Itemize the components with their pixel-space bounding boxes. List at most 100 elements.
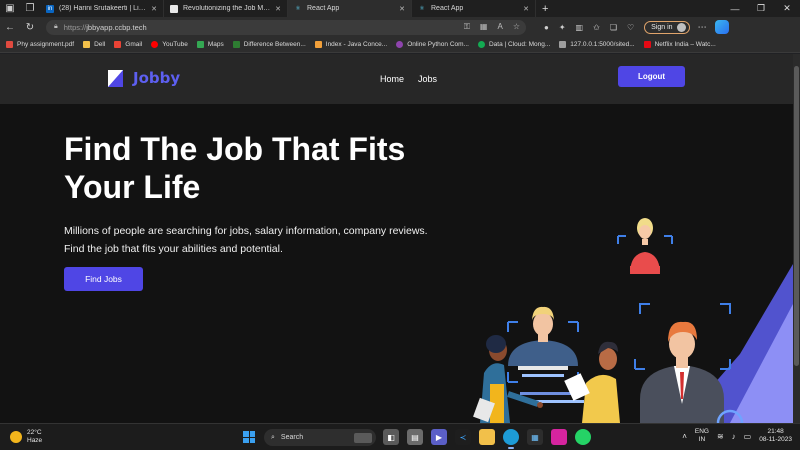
- avatar-man-icon: [507, 306, 579, 383]
- bookmark-item[interactable]: Difference Between...: [232, 41, 306, 48]
- avatar-businessman-icon: [634, 303, 731, 423]
- whatsapp-icon[interactable]: [575, 429, 591, 445]
- zoom-icon[interactable]: ▶: [431, 429, 447, 445]
- favorites-icon[interactable]: ✩: [593, 23, 600, 32]
- page-scrollbar[interactable]: [793, 54, 800, 423]
- maps-icon: [196, 41, 204, 48]
- bookmark-item[interactable]: Gmail: [114, 41, 142, 48]
- extension-icon[interactable]: ●: [544, 23, 549, 32]
- hero-title: Find The Job That Fits Your Life: [64, 131, 406, 205]
- bookmark-item[interactable]: Maps: [196, 41, 224, 48]
- bookmark-item[interactable]: Online Python Com...: [396, 41, 469, 48]
- bookmark-label: Phy assignment.pdf: [17, 41, 75, 48]
- new-tab-button[interactable]: +: [536, 3, 554, 15]
- tab-title: React App: [307, 5, 340, 12]
- url-protocol: https://: [63, 22, 87, 32]
- site-icon: [396, 41, 404, 48]
- bookmark-label: Difference Between...: [243, 41, 306, 48]
- app-available-icon[interactable]: ▦: [480, 22, 488, 32]
- bookmark-item[interactable]: 127.0.0.1:5000/sited...: [559, 41, 635, 48]
- wifi-icon[interactable]: ≋: [717, 432, 724, 441]
- collections-icon[interactable]: ❏: [610, 23, 617, 32]
- refresh-icon[interactable]: ↻: [20, 17, 40, 37]
- file-explorer-icon[interactable]: ▤: [407, 429, 423, 445]
- bookmark-item[interactable]: Index - Java Conce...: [314, 41, 388, 48]
- key-icon[interactable]: ⚿: [464, 22, 470, 32]
- weather-desc: Haze: [27, 437, 43, 444]
- tab-actions-icon[interactable]: ❐: [20, 0, 40, 17]
- restore-icon[interactable]: ❐: [748, 0, 774, 17]
- weather-sun-icon: [10, 431, 22, 443]
- bookmark-label: YouTube: [162, 41, 188, 48]
- sign-in-button[interactable]: Sign in: [644, 20, 690, 34]
- windows-start-icon[interactable]: [243, 431, 255, 443]
- address-bar-row: ← ↻ 🔒︎ https:// jbbyapp.ccbp.tech ⚿ ▦ A …: [0, 17, 800, 37]
- favorite-star-icon[interactable]: ☆: [513, 22, 520, 32]
- close-tab-icon[interactable]: ✕: [275, 5, 281, 13]
- search-highlight-icon: [354, 432, 372, 443]
- app-header: Jobby Home Jobs Logout: [0, 54, 793, 104]
- split-screen-icon[interactable]: ▥: [576, 23, 584, 32]
- netflix-icon: [643, 41, 651, 48]
- more-options-icon[interactable]: ⋯: [698, 22, 707, 33]
- tab-title: Revolutionizing the Job Market: J: [183, 5, 271, 12]
- mongodb-icon: [477, 41, 485, 48]
- browser-tab[interactable]: Revolutionizing the Job Market: J ✕: [164, 0, 288, 17]
- taskbar-search[interactable]: ⌕ Search: [264, 429, 376, 446]
- system-tray: ˄ ENG IN ≋ ♪ ▭ 21:48 08-11-2023: [682, 428, 792, 444]
- back-arrow-icon[interactable]: ←: [0, 17, 20, 37]
- browser-tab[interactable]: ⚛ React App ✕: [412, 0, 536, 17]
- close-window-icon[interactable]: ✕: [774, 0, 800, 17]
- jobby-logo[interactable]: Jobby: [108, 69, 180, 87]
- nav-home-link[interactable]: Home: [380, 74, 404, 84]
- address-bar[interactable]: 🔒︎ https:// jbbyapp.ccbp.tech ⚿ ▦ A ☆: [46, 19, 526, 35]
- bookmark-label: Index - Java Conce...: [325, 41, 388, 48]
- scrollbar-thumb[interactable]: [794, 66, 799, 366]
- vscode-icon[interactable]: ≺: [455, 429, 471, 445]
- close-tab-icon[interactable]: ✕: [399, 5, 405, 13]
- bookmark-item[interactable]: Phy assignment.pdf: [6, 41, 74, 48]
- performance-icon[interactable]: ♡: [627, 23, 634, 32]
- battery-icon[interactable]: ▭: [744, 432, 752, 441]
- page-icon: [559, 41, 567, 48]
- volume-icon[interactable]: ♪: [732, 432, 736, 441]
- react-icon: ⚛: [295, 6, 301, 12]
- folder-icon[interactable]: [479, 429, 495, 445]
- nav-jobs-link[interactable]: Jobs: [418, 74, 437, 84]
- language-bottom: IN: [698, 436, 706, 443]
- youtube-icon: [151, 41, 159, 48]
- language-indicator[interactable]: ENG IN: [695, 428, 709, 444]
- close-tab-icon[interactable]: ✕: [151, 5, 157, 13]
- bookmark-item[interactable]: YouTube: [151, 41, 188, 48]
- clock[interactable]: 21:48 08-11-2023: [759, 428, 792, 444]
- workspaces-icon[interactable]: ▣: [0, 0, 20, 17]
- site-icon: [314, 41, 322, 48]
- store-icon[interactable]: ▦: [527, 429, 543, 445]
- instagram-icon[interactable]: [551, 429, 567, 445]
- browser-tab[interactable]: in (28) Harini Srutakeerti | LinkedIn ✕: [40, 0, 164, 17]
- lock-icon[interactable]: 🔒︎: [54, 23, 58, 31]
- toolbar-icons: ● ✦ ▥ ✩ ❏ ♡: [544, 23, 634, 32]
- extensions-puzzle-icon[interactable]: ✦: [559, 23, 566, 32]
- widgets-icon[interactable]: ◧: [383, 429, 399, 445]
- read-aloud-icon[interactable]: A: [497, 22, 502, 32]
- screen: ▣ ❐ in (28) Harini Srutakeerti | LinkedI…: [0, 0, 800, 450]
- bookmark-label: Maps: [207, 41, 224, 48]
- logout-button[interactable]: Logout: [618, 66, 685, 87]
- linkedin-icon: in: [46, 4, 54, 13]
- edge-icon[interactable]: [503, 429, 519, 449]
- weather-widget[interactable]: 22°C Haze: [10, 429, 42, 445]
- bookmark-item[interactable]: Data | Cloud: Mong...: [477, 41, 550, 48]
- jobby-logo-icon: [108, 69, 123, 87]
- bookmark-item[interactable]: Dell: [83, 41, 105, 48]
- browser-tab-active[interactable]: ⚛ React App ✕: [288, 0, 412, 17]
- find-jobs-button[interactable]: Find Jobs: [64, 267, 143, 291]
- hero-description: Millions of people are searching for job…: [64, 225, 428, 255]
- bookmark-item[interactable]: Netflix India – Watc...: [643, 41, 716, 48]
- close-tab-icon[interactable]: ✕: [523, 5, 529, 13]
- minimize-icon[interactable]: —: [722, 0, 748, 17]
- window-controls: — ❐ ✕: [722, 0, 800, 17]
- chevron-up-icon[interactable]: ˄: [682, 432, 687, 441]
- copilot-icon[interactable]: [714, 20, 729, 34]
- bookmarks-bar: Phy assignment.pdf Dell Gmail YouTube Ma…: [0, 37, 800, 53]
